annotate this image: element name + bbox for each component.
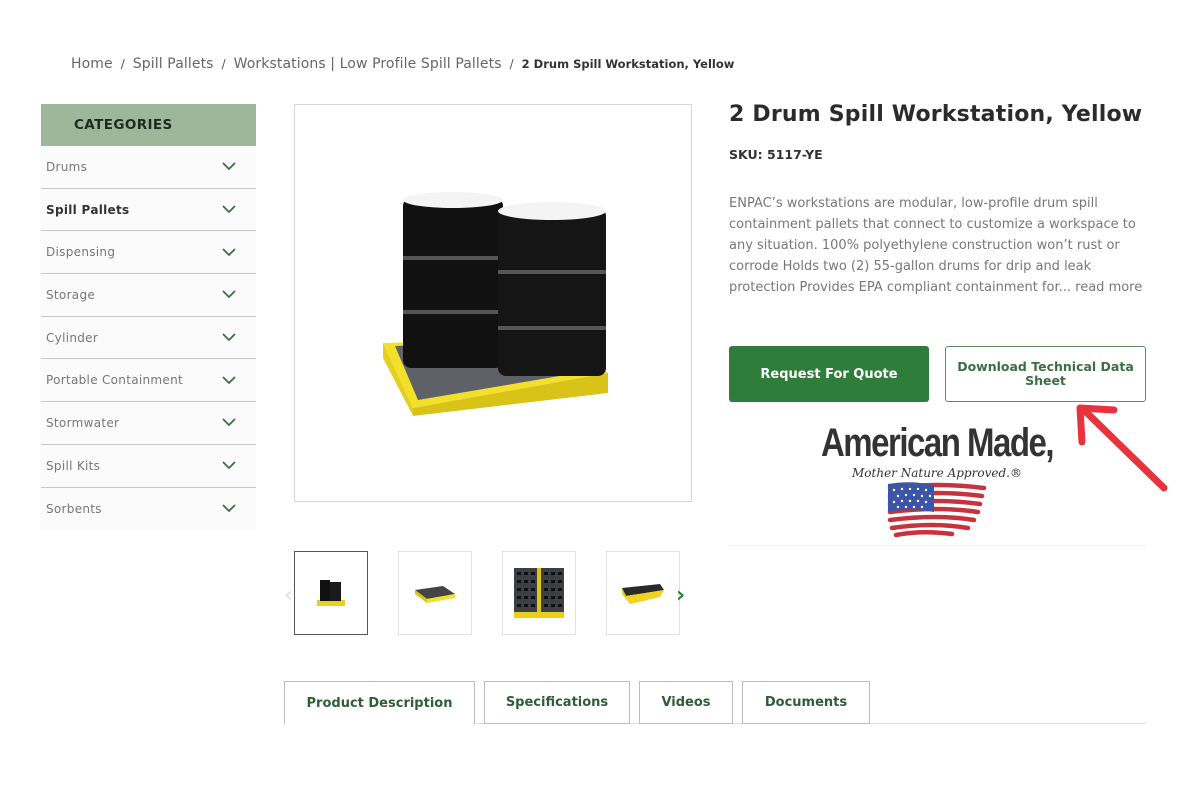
breadcrumb-current: 2 Drum Spill Workstation, Yellow (521, 57, 735, 71)
section-divider (729, 545, 1146, 546)
sidebar-item-stormwater[interactable]: Stormwater (41, 402, 256, 445)
sidebar-item-label: Spill Kits (46, 458, 101, 473)
chevron-down-icon[interactable] (222, 418, 236, 427)
categories-heading: CATEGORIES (41, 104, 256, 146)
product-description: ENPAC’s workstations are modular, low-pr… (729, 193, 1149, 298)
sidebar-item-spill-kits[interactable]: Spill Kits (41, 444, 256, 488)
badge-tagline: Mother Nature Approved.® (852, 466, 1022, 480)
chevron-down-icon[interactable] (222, 290, 236, 299)
sidebar-item-spill-pallets[interactable]: Spill Pallets (41, 188, 256, 232)
thumbnail-drums-image (317, 580, 345, 606)
thumbnail-grating-image (514, 568, 564, 618)
us-flag-icon (887, 482, 987, 538)
request-quote-button[interactable]: Request For Quote (729, 346, 929, 402)
thumbnail-angled-image (622, 584, 664, 604)
chevron-down-icon[interactable] (222, 248, 236, 257)
thumbnail-2[interactable] (398, 551, 472, 635)
product-main-image[interactable] (294, 104, 692, 502)
red-annotation-arrow-icon (1076, 404, 1168, 492)
breadcrumb-home[interactable]: Home (71, 56, 113, 72)
carousel-next-icon[interactable]: › (676, 583, 685, 608)
breadcrumb-separator: / (509, 57, 514, 71)
tab-specifications[interactable]: Specifications (484, 681, 630, 724)
chevron-down-icon[interactable] (222, 162, 236, 171)
categories-sidebar: CATEGORIES Drums Spill Pallets Dispensing S… (41, 104, 256, 531)
product-sku: SKU: 5117-YE (729, 147, 823, 162)
tab-documents[interactable]: Documents (742, 681, 870, 724)
sidebar-item-cylinder[interactable]: Cylinder (41, 316, 256, 360)
sidebar-item-label: Storage (46, 287, 96, 302)
thumbnail-4[interactable] (606, 551, 680, 635)
chevron-down-icon[interactable] (222, 461, 236, 470)
chevron-down-icon[interactable] (222, 205, 236, 214)
download-data-sheet-button[interactable]: Download Technical Data Sheet (945, 346, 1146, 402)
carousel-prev-icon[interactable]: ‹ (284, 583, 293, 608)
sidebar-item-label: Sorbents (46, 501, 102, 516)
breadcrumb: Home / Spill Pallets / Workstations | Lo… (71, 56, 734, 72)
sidebar-item-label: Stormwater (46, 415, 120, 430)
sidebar-item-label: Spill Pallets (46, 202, 130, 217)
chevron-down-icon[interactable] (222, 376, 236, 385)
sidebar-item-label: Cylinder (46, 330, 99, 345)
chevron-down-icon[interactable] (222, 333, 236, 342)
breadcrumb-separator: / (221, 57, 226, 71)
sidebar-item-label: Portable Containment (46, 373, 183, 388)
chevron-down-icon[interactable] (222, 504, 236, 513)
breadcrumb-workstations[interactable]: Workstations | Low Profile Spill Pallets (234, 56, 502, 72)
thumbnail-1[interactable] (294, 551, 368, 635)
product-tabs: Product Description Specifications Video… (284, 681, 1146, 725)
sidebar-item-label: Drums (46, 159, 88, 174)
sidebar-item-storage[interactable]: Storage (41, 274, 256, 317)
breadcrumb-separator: / (120, 57, 125, 71)
thumbnail-3[interactable] (502, 551, 576, 635)
american-made-badge: American Made, Mother Nature Approved.® (818, 420, 1056, 544)
sidebar-item-drums[interactable]: Drums (41, 146, 256, 189)
breadcrumb-spill-pallets[interactable]: Spill Pallets (133, 56, 214, 72)
product-title: 2 Drum Spill Workstation, Yellow (729, 102, 1143, 127)
sidebar-item-portable-containment[interactable]: Portable Containment (41, 359, 256, 403)
drum-workstation-image (383, 192, 608, 416)
thumbnail-carousel: ‹ › (284, 551, 704, 635)
tab-product-description[interactable]: Product Description (284, 681, 475, 725)
sidebar-item-sorbents[interactable]: Sorbents (41, 487, 256, 531)
read-more-link[interactable]: read more (1075, 280, 1142, 295)
sidebar-item-dispensing[interactable]: Dispensing (41, 231, 256, 275)
thumbnail-pallet-image (415, 586, 455, 603)
sidebar-item-label: Dispensing (46, 245, 116, 260)
tab-videos[interactable]: Videos (639, 681, 733, 724)
badge-headline: American Made, (820, 420, 1055, 465)
